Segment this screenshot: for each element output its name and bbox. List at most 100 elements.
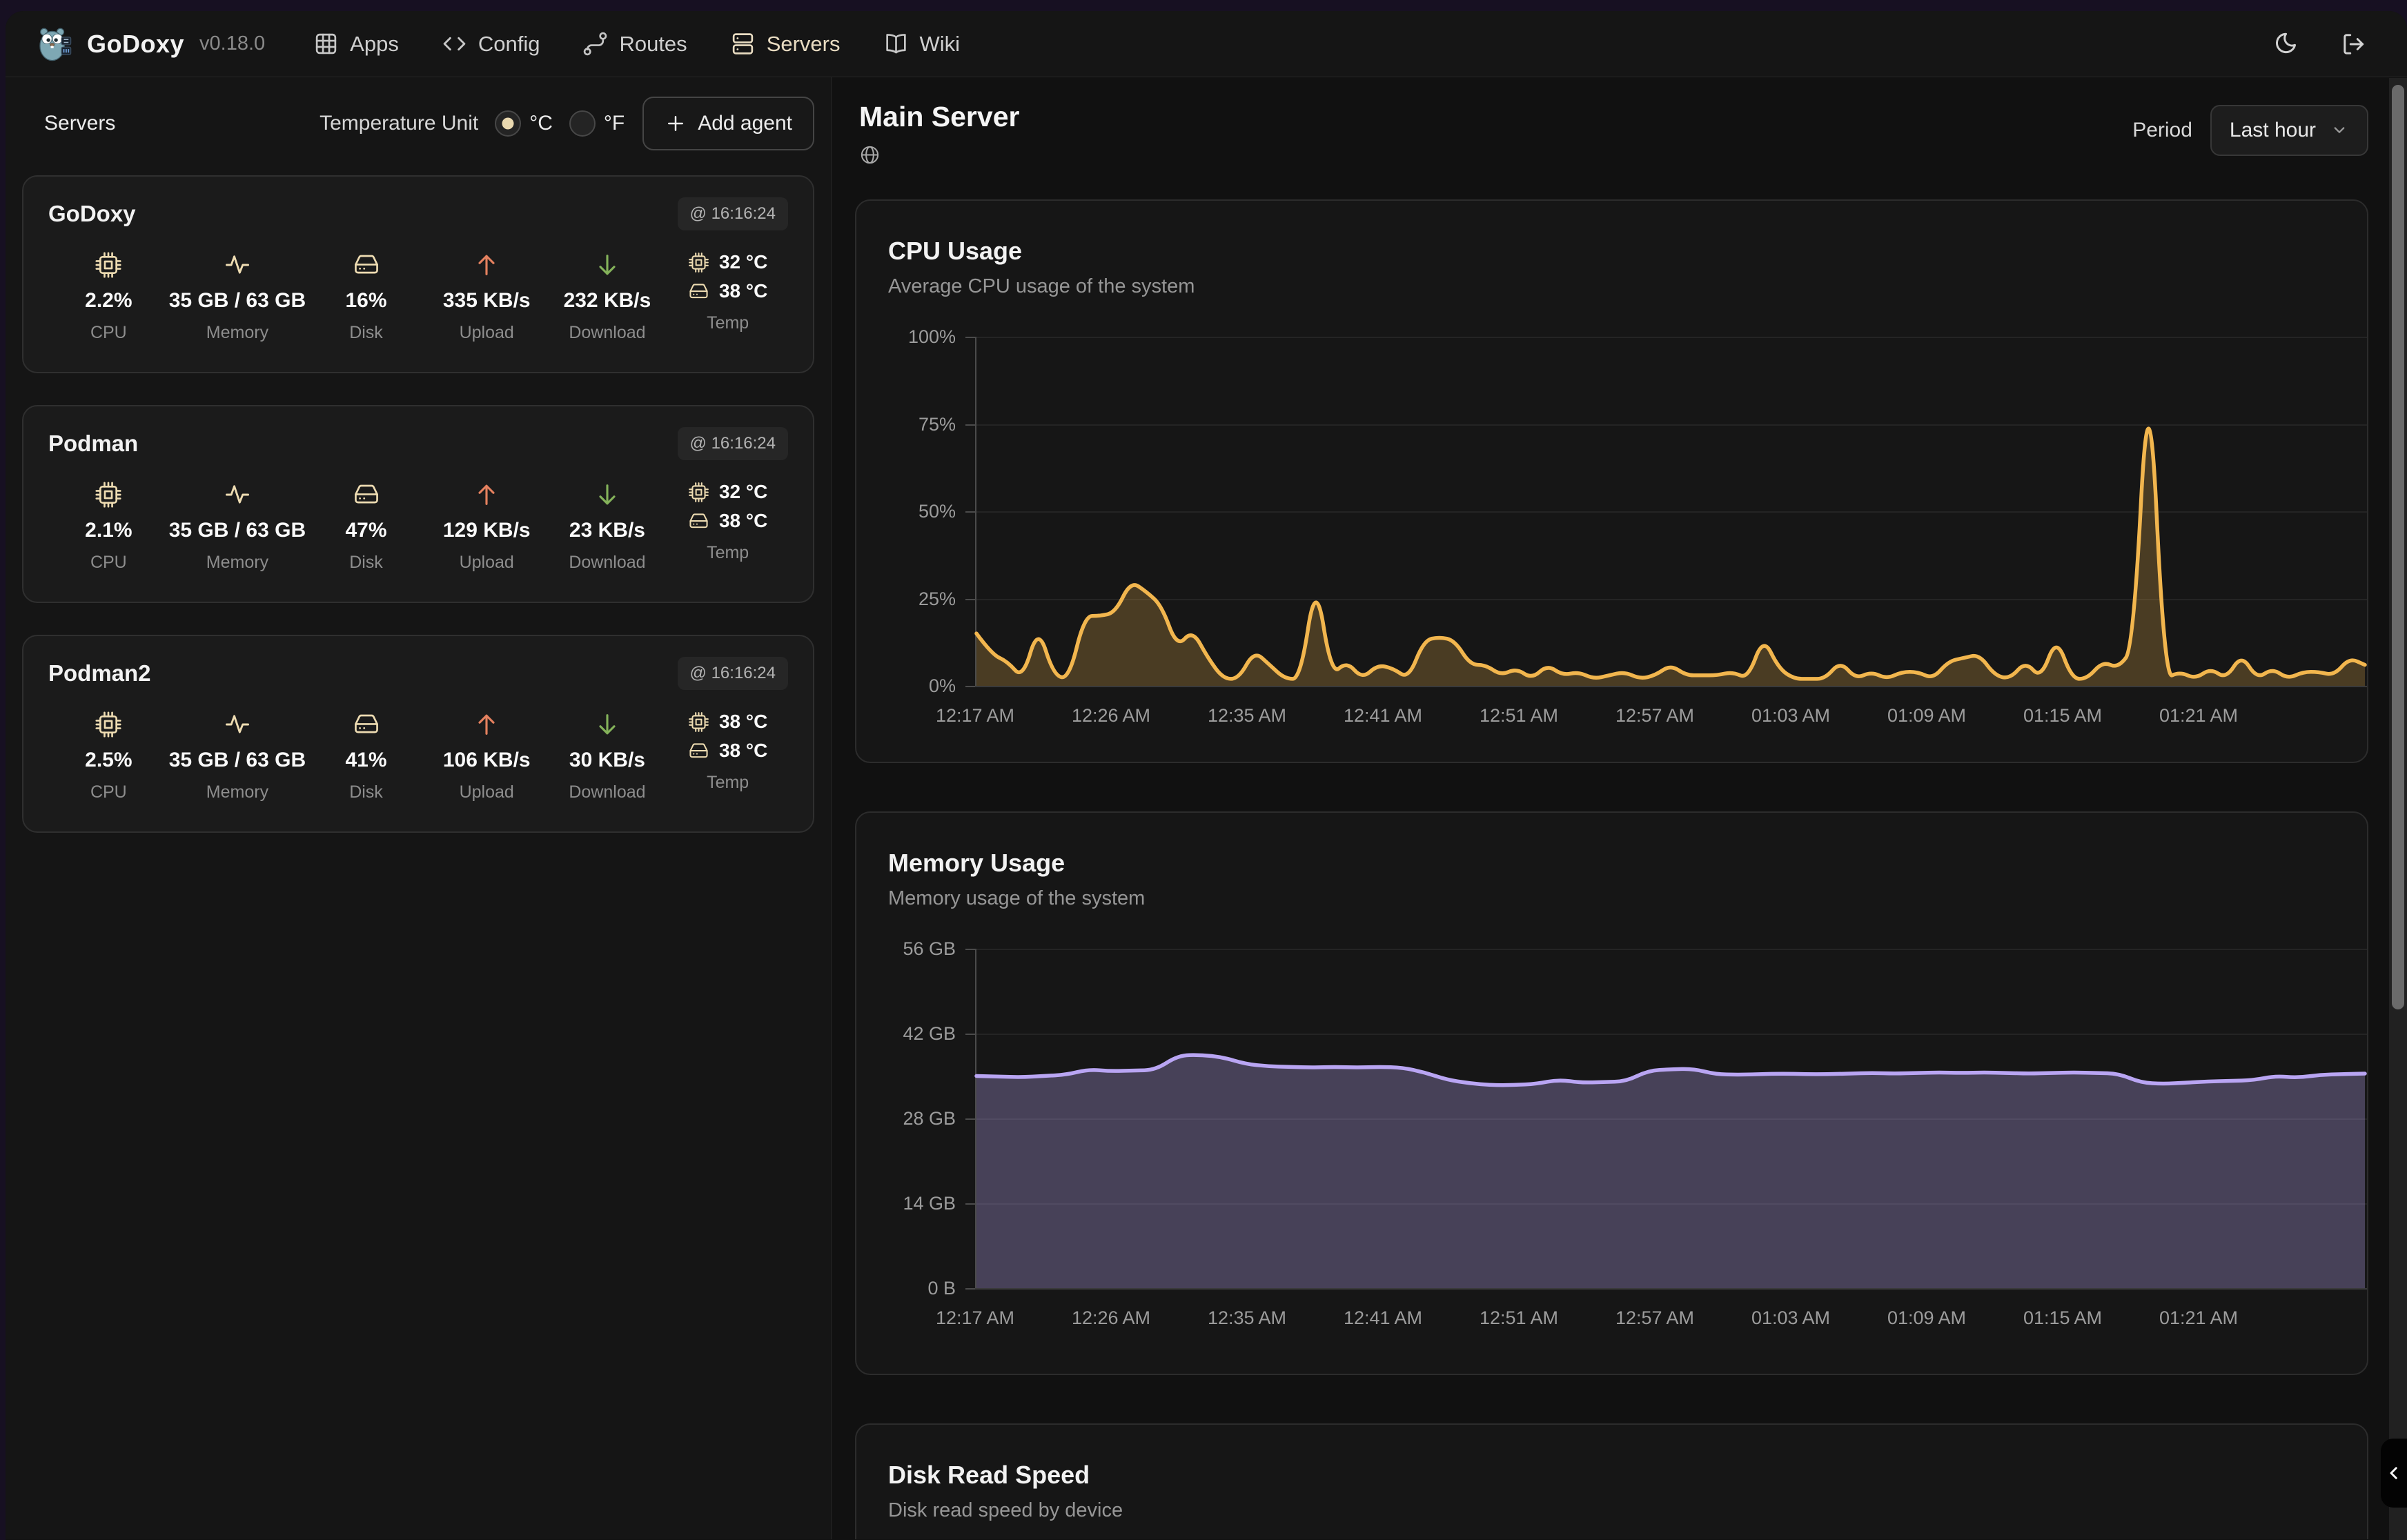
arrow-down-icon bbox=[593, 711, 621, 738]
activity-icon bbox=[224, 711, 251, 738]
server-card-podman2[interactable]: Podman2 @ 16:16:24 2.5% CPU 35 GB / 63 G… bbox=[22, 635, 814, 833]
add-agent-label: Add agent bbox=[698, 112, 792, 135]
route-icon bbox=[582, 31, 608, 57]
x-axis-tick-label: 12:41 AM bbox=[1314, 1307, 1452, 1329]
cpu-stat: 2.5% CPU bbox=[48, 711, 169, 802]
download-label: Download bbox=[569, 782, 645, 802]
cpu-temp-value: 32 °C bbox=[719, 481, 767, 503]
cpu-temp-value: 38 °C bbox=[719, 711, 767, 733]
x-axis-tick-label: 01:03 AM bbox=[1722, 705, 1860, 727]
server-card-godoxy[interactable]: GoDoxy @ 16:16:24 2.2% CPU 35 GB / 63 GB bbox=[22, 175, 814, 373]
download-value: 232 KB/s bbox=[564, 289, 651, 313]
upload-value: 129 KB/s bbox=[443, 519, 531, 542]
radio-celsius[interactable] bbox=[495, 110, 521, 137]
chart-title: Disk Read Speed bbox=[888, 1461, 2367, 1490]
arrow-down-icon bbox=[593, 481, 621, 509]
drawer-toggle[interactable] bbox=[2381, 1439, 2407, 1508]
y-axis-tick-label: 25% bbox=[856, 588, 956, 610]
memory-chart-plot[interactable]: 56 GB42 GB28 GB14 GB0 B12:17 AM12:26 AM1… bbox=[856, 949, 2367, 1339]
chart-subtitle: Average CPU usage of the system bbox=[888, 275, 2367, 298]
plus-icon bbox=[665, 112, 687, 135]
logout-icon[interactable] bbox=[2341, 31, 2367, 57]
nav-label: Routes bbox=[619, 32, 687, 57]
brand-version: v0.18.0 bbox=[199, 32, 265, 55]
cpu-usage-card: CPU Usage Average CPU usage of the syste… bbox=[855, 199, 2368, 763]
scrollbar-track[interactable] bbox=[2389, 78, 2407, 1540]
download-label: Download bbox=[569, 323, 645, 343]
server-name: Podman2 bbox=[48, 660, 151, 687]
cpu-icon bbox=[95, 481, 122, 509]
x-axis-tick-label: 12:41 AM bbox=[1314, 705, 1452, 727]
nav-item-routes[interactable]: Routes bbox=[582, 31, 687, 57]
download-stat: 232 KB/s Download bbox=[547, 251, 668, 343]
upload-stat: 335 KB/s Upload bbox=[426, 251, 547, 343]
chart-title: CPU Usage bbox=[888, 237, 2367, 266]
download-stat: 23 KB/s Download bbox=[547, 481, 668, 573]
y-axis-tick-label: 100% bbox=[856, 326, 956, 348]
server-card-podman[interactable]: Podman @ 16:16:24 2.1% CPU 35 GB / 63 GB bbox=[22, 405, 814, 603]
disk-label: Disk bbox=[349, 782, 383, 802]
x-axis-tick-label: 01:03 AM bbox=[1722, 1307, 1860, 1329]
nav-actions bbox=[2272, 31, 2377, 57]
nav-item-apps[interactable]: Apps bbox=[313, 31, 399, 57]
gridline bbox=[975, 1288, 2367, 1290]
scrollbar-thumb[interactable] bbox=[2392, 85, 2404, 1009]
x-axis-tick-label: 12:26 AM bbox=[1042, 705, 1180, 727]
nav-item-wiki[interactable]: Wiki bbox=[883, 31, 961, 57]
upload-stat: 106 KB/s Upload bbox=[426, 711, 547, 802]
chart-series bbox=[976, 949, 2365, 1288]
period-select[interactable]: Last hour bbox=[2210, 105, 2368, 156]
temp-label: Temp bbox=[707, 773, 749, 793]
top-navbar: GoDoxy v0.18.0 Apps Config Routes Server… bbox=[6, 11, 2407, 77]
disk-stat: 47% Disk bbox=[306, 481, 426, 573]
activity-icon bbox=[224, 251, 251, 279]
x-axis-tick-label: 01:21 AM bbox=[2130, 705, 2268, 727]
x-axis-tick-label: 12:57 AM bbox=[1586, 705, 1724, 727]
hard-drive-icon bbox=[353, 481, 380, 509]
axis-tick bbox=[965, 1034, 975, 1035]
temp-stat: 38 °C 38 °C Temp bbox=[667, 711, 788, 802]
brand: GoDoxy v0.18.0 bbox=[36, 26, 265, 63]
unit-celsius-option[interactable]: °C bbox=[495, 110, 553, 137]
arrow-up-icon bbox=[473, 481, 500, 509]
hard-drive-icon bbox=[688, 740, 709, 762]
cpu-chart-plot[interactable]: 100%75%50%25%0%12:17 AM12:26 AM12:35 AM1… bbox=[856, 337, 2367, 737]
add-agent-button[interactable]: Add agent bbox=[642, 97, 814, 150]
hard-drive-icon bbox=[353, 711, 380, 738]
x-axis-tick-label: 01:09 AM bbox=[1858, 1307, 1996, 1329]
server-name: GoDoxy bbox=[48, 201, 136, 227]
memory-stat: 35 GB / 63 GB Memory bbox=[169, 481, 306, 573]
y-axis-tick-label: 14 GB bbox=[856, 1192, 956, 1214]
disk-value: 47% bbox=[345, 519, 386, 542]
moon-icon[interactable] bbox=[2272, 31, 2298, 57]
brand-name: GoDoxy bbox=[87, 30, 184, 59]
upload-value: 106 KB/s bbox=[443, 749, 531, 772]
last-update-badge: @ 16:16:24 bbox=[678, 657, 788, 690]
axis-tick bbox=[965, 1203, 975, 1205]
cpu-value: 2.5% bbox=[85, 749, 132, 772]
memory-value: 35 GB / 63 GB bbox=[169, 749, 306, 772]
disk-value: 16% bbox=[345, 289, 386, 313]
download-stat: 30 KB/s Download bbox=[547, 711, 668, 802]
memory-label: Memory bbox=[206, 782, 268, 802]
server-name: Podman bbox=[48, 431, 138, 457]
x-axis-tick-label: 12:35 AM bbox=[1178, 705, 1316, 727]
cpu-label: CPU bbox=[90, 782, 127, 802]
chart-subtitle: Memory usage of the system bbox=[888, 887, 2367, 910]
radio-fahrenheit[interactable] bbox=[569, 110, 596, 137]
arrow-up-icon bbox=[473, 251, 500, 279]
memory-label: Memory bbox=[206, 323, 268, 343]
temp-stat: 32 °C 38 °C Temp bbox=[667, 251, 788, 343]
x-axis-tick-label: 12:51 AM bbox=[1450, 705, 1588, 727]
disk-stat: 16% Disk bbox=[306, 251, 426, 343]
unit-fahrenheit-option[interactable]: °F bbox=[569, 110, 625, 137]
cpu-icon bbox=[95, 711, 122, 738]
cpu-stat: 2.2% CPU bbox=[48, 251, 169, 343]
download-value: 23 KB/s bbox=[569, 519, 645, 542]
cpu-value: 2.1% bbox=[85, 519, 132, 542]
period-label: Period bbox=[2132, 119, 2192, 142]
nav-item-config[interactable]: Config bbox=[442, 31, 540, 57]
activity-icon bbox=[224, 481, 251, 509]
nav-label: Apps bbox=[350, 32, 399, 57]
nav-item-servers[interactable]: Servers bbox=[730, 31, 841, 57]
